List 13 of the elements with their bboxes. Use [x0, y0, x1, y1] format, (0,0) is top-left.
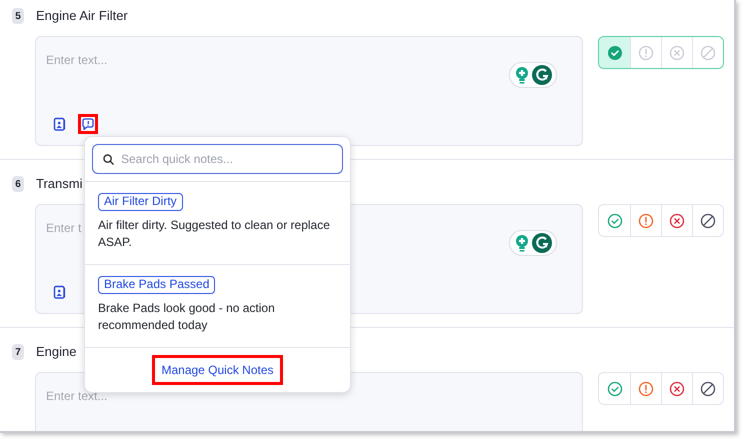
note-text: Brake Pads look good - no action recommended today — [98, 300, 276, 334]
item-title: Engine — [36, 343, 76, 362]
item-number: 6 — [12, 176, 24, 192]
item-number: 5 — [12, 8, 24, 24]
note-text: Air filter dirty. Suggested to clean or replace ASAP. — [98, 217, 331, 251]
item-number: 7 — [12, 344, 24, 360]
note-tag: Brake Pads Passed — [98, 276, 216, 294]
placeholder-text: Enter text... — [46, 388, 108, 405]
item-title: Engine Air Filter — [36, 7, 128, 26]
placeholder-text: Enter t — [46, 220, 82, 237]
item-title: Transmi — [36, 175, 82, 194]
placeholder-text: Enter text... — [46, 52, 108, 69]
note-tag: Air Filter Dirty — [98, 193, 183, 211]
